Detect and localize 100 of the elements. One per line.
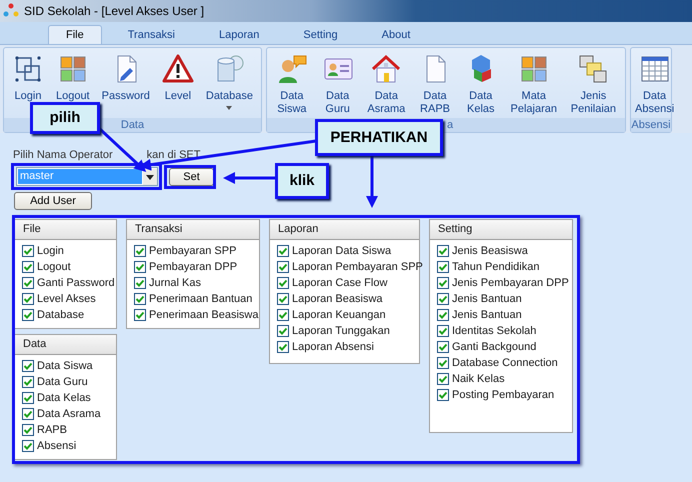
checkbox-label: Jenis Bantuan xyxy=(452,293,522,305)
highlight-frame xyxy=(164,165,216,189)
checkbox[interactable] xyxy=(437,389,449,401)
group-label: Absensi xyxy=(631,119,671,131)
house-icon xyxy=(370,53,402,85)
ribbon-tab[interactable]: Laporan xyxy=(201,25,278,44)
checkbox-label: Laporan Beasiswa xyxy=(292,293,383,305)
checkbox-label: Database xyxy=(37,309,84,321)
ribbon-button[interactable]: Password xyxy=(100,48,152,103)
checkbox-label: RAPB xyxy=(37,424,67,436)
checkbox[interactable] xyxy=(277,341,289,353)
checkbox-label: Data Asrama xyxy=(37,408,101,420)
arrow xyxy=(366,156,378,208)
ribbon-tab[interactable]: Transaksi xyxy=(110,25,194,44)
ribbon-button[interactable]: Jenis Penilaian xyxy=(568,48,618,116)
checkbox-label: Jenis Pembayaran DPP xyxy=(452,277,569,289)
checkbox-label: Laporan Data Siswa xyxy=(292,245,392,257)
ribbon-tab[interactable]: Setting xyxy=(285,25,356,44)
checkbox[interactable] xyxy=(277,293,289,305)
ribbon-button[interactable]: Data Asrama xyxy=(365,48,408,116)
warning-icon xyxy=(162,53,194,85)
ribbon-button[interactable]: Level xyxy=(160,48,196,103)
checkbox-label: Logout xyxy=(37,261,71,273)
checkbox[interactable] xyxy=(437,245,449,257)
checkbox-label: Database Connection xyxy=(452,357,558,369)
checkbox[interactable] xyxy=(22,309,34,321)
checkbox[interactable] xyxy=(437,325,449,337)
checkbox[interactable] xyxy=(134,309,146,321)
checkbox[interactable] xyxy=(22,408,34,420)
checkbox[interactable] xyxy=(437,293,449,305)
checkbox[interactable] xyxy=(22,376,34,388)
checkbox[interactable] xyxy=(437,373,449,385)
checkbox[interactable] xyxy=(134,245,146,257)
checkbox[interactable] xyxy=(134,293,146,305)
checkbox[interactable] xyxy=(22,424,34,436)
ribbon-button[interactable]: Data Kelas xyxy=(462,48,499,116)
checkbox-label: Identitas Sekolah xyxy=(452,325,536,337)
add-user-button[interactable]: Add User xyxy=(14,192,92,210)
caret-icon xyxy=(143,168,157,184)
callout: PERHATIKAN xyxy=(315,119,443,156)
ribbon-button[interactable]: Logout xyxy=(54,48,92,103)
checkbox-label: Level Akses xyxy=(37,293,96,305)
checkbox[interactable] xyxy=(277,277,289,289)
prompt-label: Pilih Nama Operator xyxy=(13,149,113,161)
checkbox[interactable] xyxy=(437,357,449,369)
checkbox[interactable] xyxy=(277,261,289,273)
checkbox[interactable] xyxy=(437,277,449,289)
checkbox-label: Laporan Keuangan xyxy=(292,309,386,321)
checkbox[interactable] xyxy=(22,293,34,305)
checkbox[interactable] xyxy=(22,245,34,257)
callout: klik xyxy=(275,163,329,199)
checkbox-label: Pembayaran SPP xyxy=(149,245,236,257)
checkbox-label: Jenis Beasiswa xyxy=(452,245,528,257)
ribbon-button[interactable]: Login xyxy=(10,48,46,103)
ribbon-button[interactable]: Data Siswa xyxy=(274,48,310,116)
checkbox-label: Absensi xyxy=(37,440,76,452)
checkbox[interactable] xyxy=(437,261,449,273)
checkbox[interactable] xyxy=(277,309,289,321)
checkbox-label: Ganti Password xyxy=(37,277,115,289)
ribbon-button[interactable]: Mata Pelajaran xyxy=(508,48,560,116)
checkbox[interactable] xyxy=(134,261,146,273)
checkbox[interactable] xyxy=(22,440,34,452)
checkbox-label: Data Kelas xyxy=(37,392,91,404)
checkbox[interactable] xyxy=(22,261,34,273)
panel-title: File xyxy=(15,220,116,240)
panel-title: Data xyxy=(15,335,116,355)
panel-title: Setting xyxy=(430,220,572,240)
panel-title: Transaksi xyxy=(127,220,259,240)
ribbon-button[interactable]: Database xyxy=(204,48,255,110)
checkbox-label: Posting Pembayaran xyxy=(452,389,554,401)
set-button[interactable]: Set xyxy=(169,168,214,186)
panel-title: Laporan xyxy=(270,220,419,240)
ribbon-tab[interactable]: File xyxy=(48,25,102,44)
window-title: SID Sekolah - [Level Akses User ] xyxy=(24,4,204,18)
checkbox[interactable] xyxy=(22,392,34,404)
checkbox[interactable] xyxy=(437,341,449,353)
ribbon-tab[interactable]: About xyxy=(364,25,428,44)
checkbox-label: Pembayaran DPP xyxy=(149,261,238,273)
checkbox[interactable] xyxy=(437,309,449,321)
checkbox-label: Laporan Case Flow xyxy=(292,277,388,289)
checkbox-label: Jenis Bantuan xyxy=(452,309,522,321)
checkbox-label: Ganti Backgound xyxy=(452,341,536,353)
checkbox[interactable] xyxy=(22,360,34,372)
checkbox[interactable] xyxy=(22,277,34,289)
checkbox-label: Data Siswa xyxy=(37,360,93,372)
checkbox[interactable] xyxy=(277,325,289,337)
checkbox[interactable] xyxy=(134,277,146,289)
checkbox-label: Laporan Absensi xyxy=(292,341,374,353)
ribbon-button[interactable]: Data Guru xyxy=(320,48,356,116)
checkbox[interactable] xyxy=(277,245,289,257)
checkbox-label: Naik Kelas xyxy=(452,373,505,385)
checkbox-label: Laporan Pembayaran SPP xyxy=(292,261,423,273)
checkbox-label: Penerimaan Bantuan xyxy=(149,293,252,305)
group-label: Data xyxy=(120,119,144,131)
ribbon-button[interactable]: Data Absensi xyxy=(633,48,676,116)
app-icon xyxy=(3,3,19,19)
squares-icon xyxy=(577,53,610,85)
ribbon-button[interactable]: Data RAPB xyxy=(417,48,454,116)
checkbox-label: Penerimaan Beasiswa xyxy=(149,309,258,321)
checkbox-label: Data Guru xyxy=(37,376,88,388)
